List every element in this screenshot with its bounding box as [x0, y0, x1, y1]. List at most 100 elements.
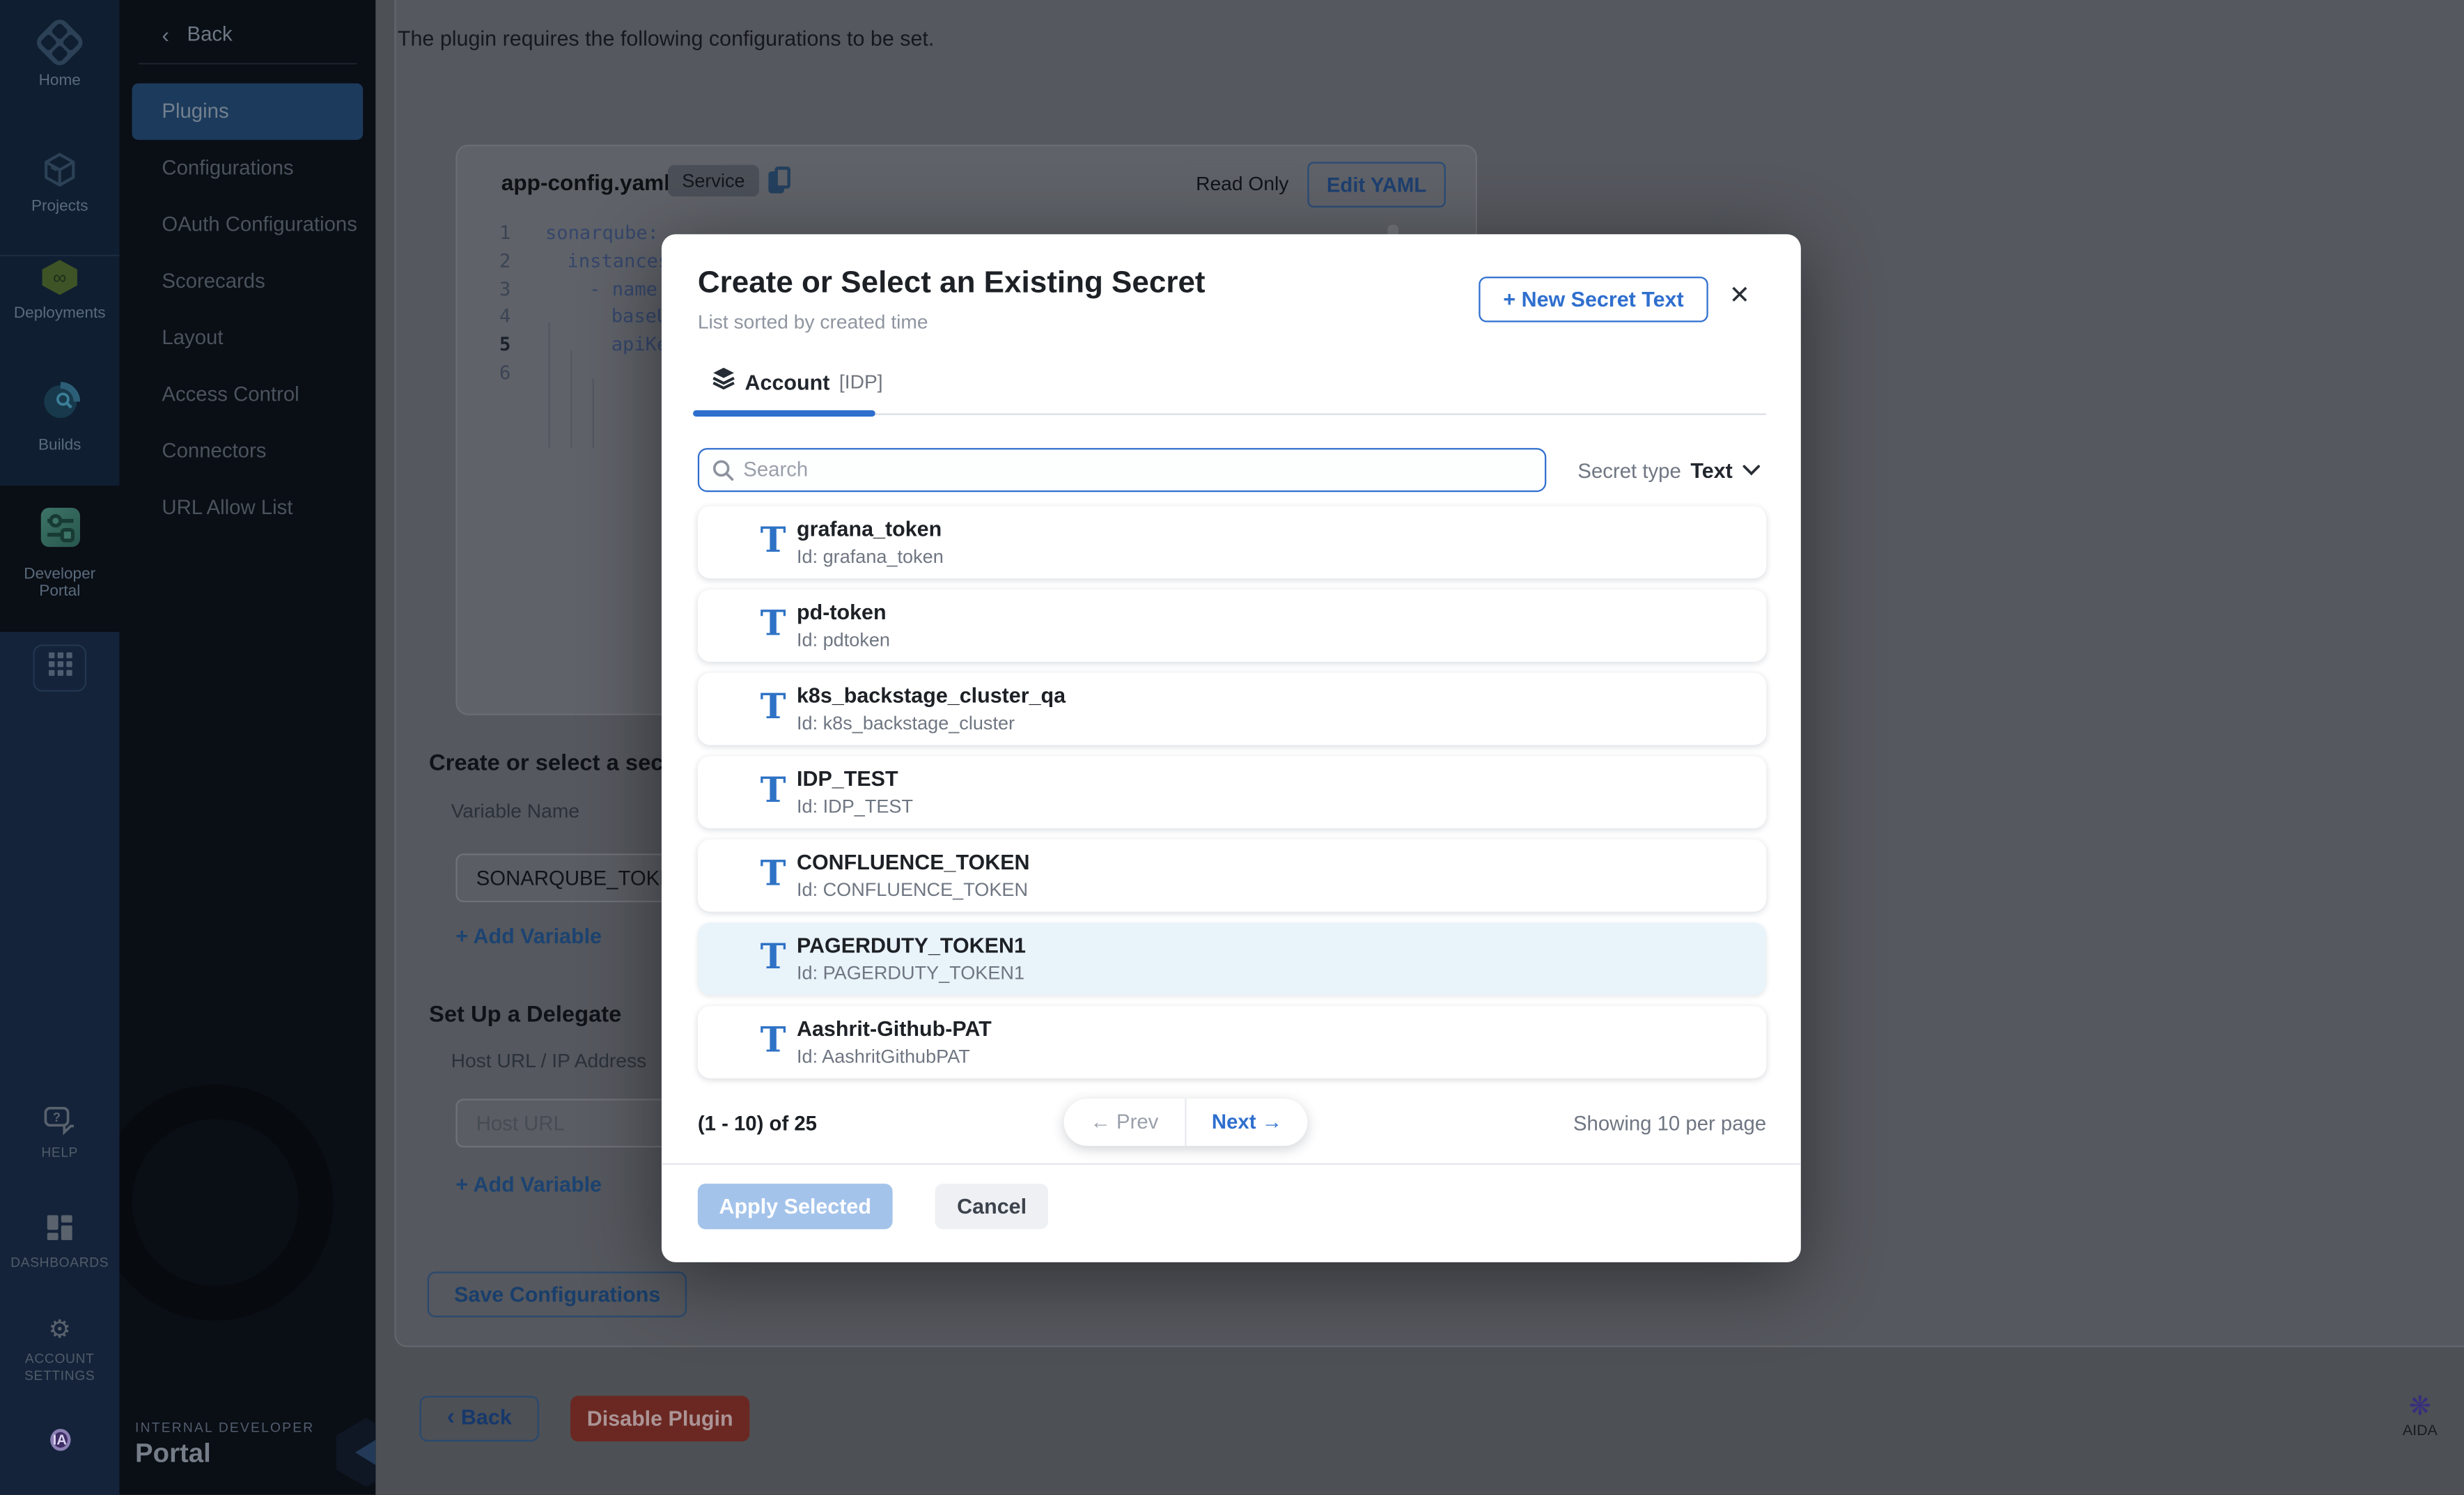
add-variable-link-2[interactable]: + Add Variable — [455, 1172, 602, 1196]
secret-list: T grafana_token Id: grafana_token T pd-t… — [698, 506, 1766, 1090]
module-rail: Home Projects ∞ Deployments Builds Devel… — [0, 0, 119, 1495]
brand-line-bottom: Portal — [135, 1439, 314, 1470]
pagination-pill: ← Prev Next → — [1064, 1099, 1308, 1146]
secret-id: Id: grafana_token — [797, 545, 944, 568]
deployments-icon: ∞ — [39, 277, 80, 303]
rail-label: Developer Portal — [0, 566, 119, 601]
subnav-item-configurations[interactable]: Configurations — [119, 140, 375, 196]
subnav-item-access-control[interactable]: Access Control — [119, 366, 375, 423]
brand-line-top: INTERNAL DEVELOPER — [135, 1420, 314, 1436]
indent-guide — [593, 379, 594, 448]
builds-icon — [40, 401, 79, 427]
delegate-section-title: Set Up a Delegate — [429, 1003, 621, 1028]
save-configurations-button[interactable]: Save Configurations — [428, 1271, 687, 1317]
back-nav-label: Back — [187, 16, 233, 54]
read-only-badge: Read Only — [1178, 165, 1306, 203]
secret-row-k8s-backstage-cluster-qa[interactable]: T k8s_backstage_cluster_qa Id: k8s_backs… — [698, 673, 1766, 745]
line-number: 2 — [470, 248, 511, 276]
code-line: sonarqube: — [545, 220, 659, 248]
chevron-left-icon: ‹ — [447, 1404, 455, 1430]
sidebar-item-deployments[interactable]: ∞ Deployments — [0, 258, 119, 323]
rail-label: Builds — [0, 437, 119, 454]
secret-type-dropdown[interactable]: Secret type Text — [1577, 456, 1759, 484]
dialog-subtitle: List sorted by created time — [698, 311, 928, 334]
copy-icon[interactable] — [768, 166, 792, 195]
sidebar-item-builds[interactable]: Builds — [0, 382, 119, 454]
secret-id: Id: AashritGithubPAT — [797, 1046, 970, 1068]
app-viewport: Home Projects ∞ Deployments Builds Devel… — [0, 0, 2464, 1495]
code-line: - name — [589, 276, 657, 304]
user-avatar[interactable]: IA — [0, 1424, 119, 1455]
disable-plugin-button[interactable]: Disable Plugin — [570, 1396, 749, 1441]
secret-row-pagerduty-token1[interactable]: T PAGERDUTY_TOKEN1 Id: PAGERDUTY_TOKEN1 — [698, 923, 1766, 996]
add-variable-link[interactable]: + Add Variable — [455, 924, 602, 948]
yaml-card-header: app-config.yaml Service Read Only Edit Y… — [458, 146, 1476, 219]
rail-label: DASHBOARDS — [0, 1255, 119, 1272]
config-intro-text: The plugin requires the following config… — [398, 26, 934, 50]
secret-name: pd-token — [797, 601, 887, 624]
search-box — [698, 448, 1546, 492]
rail-label: Deployments — [0, 305, 119, 323]
secret-name: grafana_token — [797, 517, 942, 541]
text-secret-icon: T — [756, 770, 790, 812]
secret-type-label: Secret type — [1577, 458, 1681, 482]
code-line: apiKe — [611, 332, 669, 360]
new-secret-text-button[interactable]: + New Secret Text — [1479, 277, 1708, 322]
prev-page-button[interactable]: ← Prev — [1064, 1099, 1187, 1146]
secret-row-confluence-token[interactable]: T CONFLUENCE_TOKEN Id: CONFLUENCE_TOKEN — [698, 839, 1766, 912]
back-button[interactable]: ‹Back — [419, 1396, 538, 1441]
search-input[interactable] — [743, 449, 1529, 488]
aida-widget[interactable]: ❋ AIDA — [2393, 1393, 2447, 1440]
sidebar-item-help[interactable]: ? HELP — [0, 1107, 119, 1162]
subnav-menu: Plugins Configurations OAuth Configurati… — [119, 84, 375, 536]
tab-account-idp[interactable]: Account [IDP] — [712, 368, 882, 396]
search-icon — [712, 459, 734, 489]
next-page-button[interactable]: Next → — [1187, 1099, 1308, 1146]
sidebar-item-home[interactable]: Home — [0, 24, 119, 90]
subnav-item-scorecards[interactable]: Scorecards — [119, 253, 375, 309]
aida-label: AIDA — [2393, 1423, 2447, 1440]
close-icon[interactable]: ✕ — [1724, 281, 1755, 313]
sidebar-item-projects[interactable]: Projects — [0, 149, 119, 215]
module-picker-button[interactable] — [33, 644, 86, 692]
subnav-item-layout[interactable]: Layout — [119, 310, 375, 366]
host-url-label: Host URL / IP Address — [451, 1050, 647, 1072]
subnav-item-plugins[interactable]: Plugins — [132, 84, 364, 140]
line-number: 4 — [470, 304, 511, 332]
tab-scope: [IDP] — [839, 371, 883, 394]
text-secret-icon: T — [756, 1020, 790, 1061]
subnav-divider — [139, 63, 357, 64]
code-line: instances — [568, 248, 670, 276]
help-icon: ? — [43, 1116, 76, 1142]
product-brand: INTERNAL DEVELOPER Portal — [135, 1420, 314, 1470]
secret-name: CONFLUENCE_TOKEN — [797, 851, 1030, 874]
subnav-item-oauth-configurations[interactable]: OAuth Configurations — [119, 196, 375, 253]
secret-row-pd-token[interactable]: T pd-token Id: pdtoken — [698, 589, 1766, 662]
secret-row-aashrit-github-pat[interactable]: T Aashrit-Github-PAT Id: AashritGithubPA… — [698, 1006, 1766, 1078]
back-button-label: Back — [461, 1405, 512, 1429]
text-secret-icon: T — [756, 937, 790, 978]
text-secret-icon: T — [756, 603, 790, 644]
edit-yaml-button[interactable]: Edit YAML — [1307, 162, 1446, 207]
sidebar-item-dashboards[interactable]: DASHBOARDS — [0, 1215, 119, 1271]
service-badge: Service — [668, 165, 759, 196]
hexagon-logo — [335, 1416, 376, 1495]
text-secret-icon: T — [756, 853, 790, 894]
cancel-button[interactable]: Cancel — [935, 1184, 1049, 1229]
sidebar-item-account-settings[interactable]: ⚙ ACCOUNT SETTINGS — [0, 1317, 119, 1385]
indent-guide — [548, 323, 549, 449]
secret-row-grafana-token[interactable]: T grafana_token Id: grafana_token — [698, 506, 1766, 579]
subnav-item-url-allow-list[interactable]: URL Allow List — [119, 479, 375, 536]
sidebar-item-developer-portal[interactable]: Developer Portal — [0, 486, 119, 632]
secret-row-idp-test[interactable]: T IDP_TEST Id: IDP_TEST — [698, 756, 1766, 828]
developer-portal-icon — [38, 528, 81, 555]
line-number: 6 — [470, 360, 511, 388]
svg-text:∞: ∞ — [53, 267, 66, 288]
secret-name: Aashrit-Github-PAT — [797, 1017, 992, 1041]
apply-selected-button[interactable]: Apply Selected — [698, 1184, 893, 1229]
back-nav[interactable]: ‹ Back — [119, 16, 375, 54]
subnav-item-connectors[interactable]: Connectors — [119, 423, 375, 479]
dashboards-icon — [47, 1220, 72, 1246]
portal-watermark — [119, 1085, 333, 1320]
active-tab-underline — [693, 410, 875, 416]
